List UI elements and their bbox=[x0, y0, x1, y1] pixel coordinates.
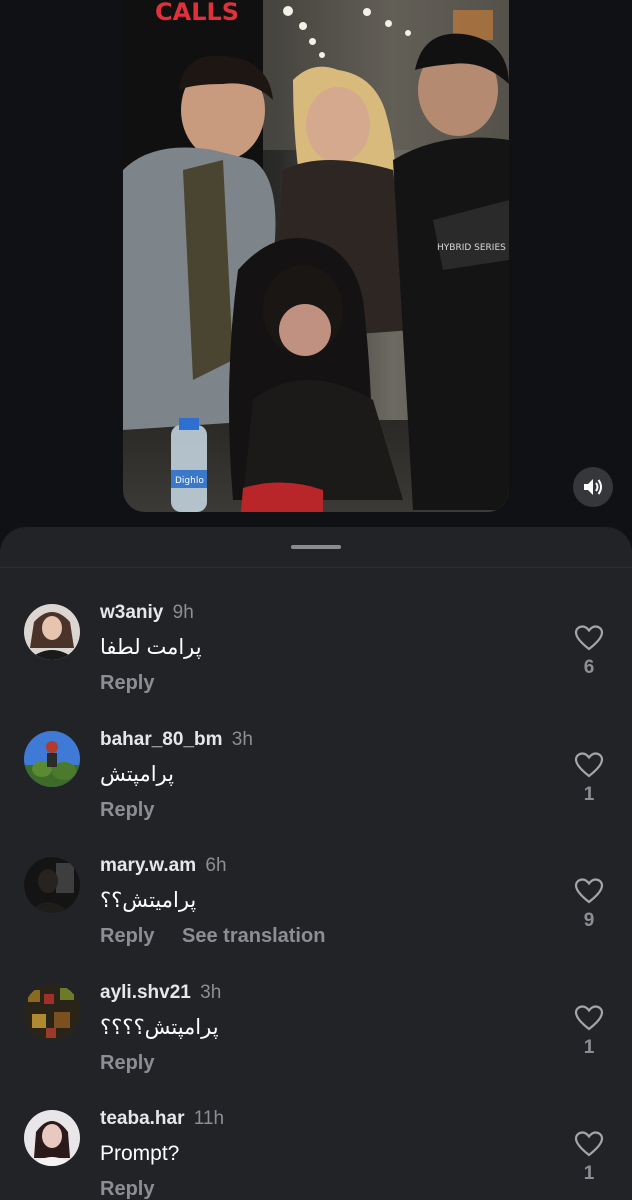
heart-icon[interactable] bbox=[574, 1130, 604, 1158]
reply-button[interactable]: Reply bbox=[100, 925, 154, 947]
like-count: 1 bbox=[583, 784, 595, 805]
comment-item: mary.w.am 6h پرامیتش؟؟ Reply See transla… bbox=[0, 853, 632, 973]
heart-icon[interactable] bbox=[574, 624, 604, 652]
like-count: 9 bbox=[583, 910, 595, 931]
comment-username[interactable]: bahar_80_bm bbox=[100, 729, 223, 750]
comment-username[interactable]: mary.w.am bbox=[100, 855, 196, 876]
comment-actions: Reply bbox=[100, 1050, 154, 1076]
comment-actions: Reply bbox=[100, 1176, 154, 1200]
avatar[interactable] bbox=[24, 857, 80, 913]
comment-actions: Reply See translation bbox=[100, 923, 325, 949]
video-area: CALLS HYBRID SERIES Dighlo bbox=[0, 0, 632, 560]
tiktok-comments-screen: CALLS HYBRID SERIES Dighlo w3aniy 9h پرا… bbox=[0, 0, 632, 1200]
heart-icon[interactable] bbox=[574, 877, 604, 905]
shirt-print-text: HYBRID SERIES bbox=[437, 243, 506, 253]
like-group: 1 bbox=[568, 751, 610, 806]
comment-time: 9h bbox=[172, 602, 194, 623]
avatar[interactable] bbox=[24, 731, 80, 787]
comment-meta: mary.w.am 6h bbox=[100, 853, 227, 879]
comment-meta: w3aniy 9h bbox=[100, 600, 194, 626]
video-frame-image: CALLS HYBRID SERIES Dighlo bbox=[123, 0, 509, 512]
comment-meta: bahar_80_bm 3h bbox=[100, 727, 253, 753]
comments-sheet: w3aniy 9h پرامت لطفا Reply 6 bahar_80_bm… bbox=[0, 527, 632, 1200]
reply-button[interactable]: Reply bbox=[100, 672, 154, 694]
comment-text: پرامت لطفا bbox=[100, 636, 202, 659]
like-group: 6 bbox=[568, 624, 610, 679]
sheet-divider bbox=[0, 567, 632, 568]
comment-actions: Reply bbox=[100, 670, 154, 696]
comment-text: پرامیتش؟؟ bbox=[100, 889, 197, 912]
comment-actions: Reply bbox=[100, 797, 154, 823]
reply-button[interactable]: Reply bbox=[100, 1178, 154, 1200]
comment-text: پرامپتش bbox=[100, 763, 174, 786]
like-count: 6 bbox=[583, 657, 595, 678]
neon-sign-text: CALLS bbox=[155, 0, 239, 26]
like-group: 9 bbox=[568, 877, 610, 932]
speaker-on-icon bbox=[584, 479, 602, 495]
comment-time: 3h bbox=[231, 729, 253, 750]
comment-username[interactable]: w3aniy bbox=[100, 602, 163, 623]
comment-item: bahar_80_bm 3h پرامپتش Reply 1 bbox=[0, 727, 632, 847]
comment-time: 3h bbox=[200, 982, 222, 1003]
drag-handle[interactable] bbox=[291, 545, 341, 549]
avatar[interactable] bbox=[24, 604, 80, 660]
reply-button[interactable]: Reply bbox=[100, 799, 154, 821]
comment-meta: teaba.har 11h bbox=[100, 1106, 224, 1132]
heart-icon[interactable] bbox=[574, 751, 604, 779]
sound-toggle-button[interactable] bbox=[573, 467, 613, 507]
heart-icon[interactable] bbox=[574, 1004, 604, 1032]
like-count: 1 bbox=[583, 1163, 595, 1184]
bottle-label-text: Dighlo bbox=[175, 476, 204, 486]
comment-text: پرامپتش؟؟؟؟ bbox=[100, 1016, 219, 1039]
like-group: 1 bbox=[568, 1130, 610, 1185]
comment-username[interactable]: ayli.shv21 bbox=[100, 982, 191, 1003]
comment-item: ayli.shv21 3h پرامپتش؟؟؟؟ Reply 1 bbox=[0, 980, 632, 1100]
comment-item: w3aniy 9h پرامت لطفا Reply 6 bbox=[0, 600, 632, 720]
comment-time: 6h bbox=[205, 855, 227, 876]
comment-text: Prompt? bbox=[100, 1142, 180, 1165]
video-player[interactable]: CALLS HYBRID SERIES Dighlo bbox=[123, 0, 509, 512]
reply-button[interactable]: Reply bbox=[100, 1052, 154, 1074]
avatar[interactable] bbox=[24, 1110, 80, 1166]
comment-meta: ayli.shv21 3h bbox=[100, 980, 221, 1006]
comment-item: teaba.har 11h Prompt? Reply 1 bbox=[0, 1106, 632, 1200]
comment-username[interactable]: teaba.har bbox=[100, 1108, 184, 1129]
see-translation-button[interactable]: See translation bbox=[182, 925, 325, 947]
like-group: 1 bbox=[568, 1004, 610, 1059]
avatar[interactable] bbox=[24, 984, 80, 1040]
like-count: 1 bbox=[583, 1037, 595, 1058]
comment-time: 11h bbox=[193, 1108, 225, 1129]
